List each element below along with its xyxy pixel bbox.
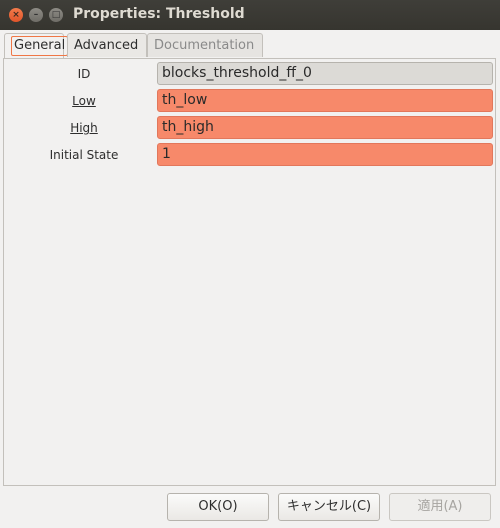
cancel-button[interactable]: キャンセル(C) bbox=[278, 493, 380, 521]
apply-button[interactable]: 適用(A) bbox=[389, 493, 491, 521]
close-icon: × bbox=[12, 10, 20, 20]
tab-documentation[interactable]: Documentation bbox=[147, 33, 263, 57]
maximize-window-button[interactable]: □ bbox=[49, 8, 63, 22]
param-field-high[interactable]: th_high bbox=[157, 116, 493, 139]
tab-general-label: General bbox=[11, 36, 69, 56]
tab-general[interactable]: General bbox=[4, 33, 69, 59]
param-row-high: High th_high bbox=[4, 116, 497, 140]
tab-documentation-label: Documentation bbox=[154, 38, 255, 53]
param-label-high: High bbox=[70, 121, 98, 135]
param-label-low: Low bbox=[72, 94, 96, 108]
maximize-icon: □ bbox=[51, 10, 61, 20]
param-field-low[interactable]: th_low bbox=[157, 89, 493, 112]
minimize-window-button[interactable]: – bbox=[29, 8, 43, 22]
param-row-low: Low th_low bbox=[4, 89, 497, 113]
param-field-id[interactable]: blocks_threshold_ff_0 bbox=[157, 62, 493, 85]
window-titlebar: × – □ Properties: Threshold bbox=[0, 0, 500, 30]
tab-advanced[interactable]: Advanced bbox=[67, 33, 147, 57]
general-panel: ID blocks_threshold_ff_0 Low th_low High… bbox=[3, 58, 496, 486]
param-label-id: ID bbox=[77, 67, 91, 81]
param-row-initial-state: Initial State 1 bbox=[4, 143, 497, 167]
param-field-initial-state[interactable]: 1 bbox=[157, 143, 493, 166]
close-window-button[interactable]: × bbox=[9, 8, 23, 22]
tab-advanced-label: Advanced bbox=[74, 38, 139, 53]
param-label-initial-state: Initial State bbox=[49, 148, 119, 162]
window-title: Properties: Threshold bbox=[73, 6, 245, 22]
ok-button[interactable]: OK(O) bbox=[167, 493, 269, 521]
minimize-icon: – bbox=[33, 10, 39, 20]
param-row-id: ID blocks_threshold_ff_0 bbox=[4, 62, 497, 86]
